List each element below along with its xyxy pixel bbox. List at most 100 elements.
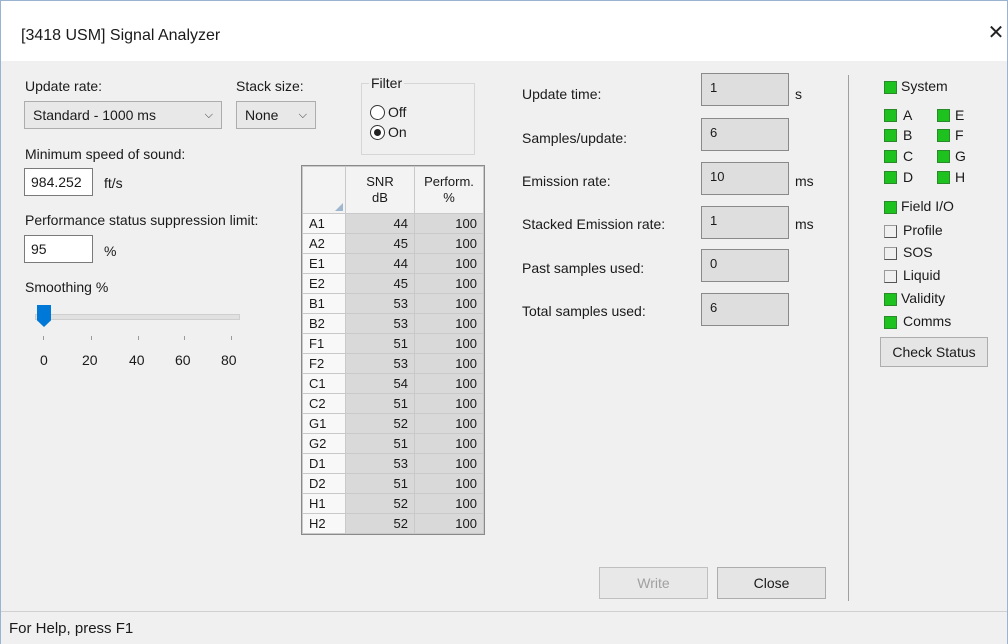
perform-cell[interactable]: 100 <box>414 493 484 514</box>
perform-cell[interactable]: 100 <box>414 293 484 314</box>
perform-cell[interactable]: 100 <box>414 373 484 394</box>
status-led-f <box>937 129 950 142</box>
table-row[interactable]: E1 44 100 <box>302 253 484 274</box>
table-row[interactable]: H1 52 100 <box>302 493 484 514</box>
table-row[interactable]: D1 53 100 <box>302 453 484 474</box>
row-header[interactable]: A2 <box>302 233 346 254</box>
snr-cell[interactable]: 52 <box>345 493 415 514</box>
table-row[interactable]: D2 51 100 <box>302 473 484 494</box>
check-status-button[interactable]: Check Status <box>880 337 988 367</box>
table-row[interactable]: B2 53 100 <box>302 313 484 334</box>
row-header[interactable]: F2 <box>302 353 346 374</box>
table-row[interactable]: A1 44 100 <box>302 213 484 234</box>
table-row[interactable]: G2 51 100 <box>302 433 484 454</box>
snr-cell[interactable]: 53 <box>345 353 415 374</box>
perform-cell[interactable]: 100 <box>414 233 484 254</box>
snr-cell[interactable]: 53 <box>345 313 415 334</box>
row-header[interactable]: C1 <box>302 373 346 394</box>
row-header[interactable]: D1 <box>302 453 346 474</box>
filter-off-label: Off <box>388 104 407 120</box>
table-row[interactable]: G1 52 100 <box>302 413 484 434</box>
status-path-e: E <box>955 107 965 123</box>
grid-corner[interactable] <box>302 166 346 214</box>
smoothing-slider-track[interactable] <box>35 314 240 320</box>
perform-cell[interactable]: 100 <box>414 273 484 294</box>
update-rate-select[interactable]: Standard - 1000 ms ⌵ <box>24 101 222 129</box>
perform-cell[interactable]: 100 <box>414 473 484 494</box>
status-led-comms <box>884 316 897 329</box>
status-liquid-label: Liquid <box>903 267 941 283</box>
snr-cell[interactable]: 44 <box>345 253 415 274</box>
perform-cell[interactable]: 100 <box>414 433 484 454</box>
row-header[interactable]: H2 <box>302 513 346 534</box>
table-row[interactable]: F1 51 100 <box>302 333 484 354</box>
status-led-e <box>937 109 950 122</box>
radio-off-circle <box>370 105 385 120</box>
row-header[interactable]: C2 <box>302 393 346 414</box>
snr-cell[interactable]: 52 <box>345 513 415 534</box>
min-sos-label: Minimum speed of sound: <box>25 146 186 162</box>
grid-header-perform[interactable]: Perform.% <box>414 166 484 214</box>
update-rate-label: Update rate: <box>25 78 103 94</box>
update-rate-value: Standard - 1000 ms <box>33 107 156 123</box>
status-led-system <box>884 81 897 94</box>
table-row[interactable]: C1 54 100 <box>302 373 484 394</box>
row-header[interactable]: G2 <box>302 433 346 454</box>
table-row[interactable]: H2 52 100 <box>302 513 484 534</box>
row-header[interactable]: A1 <box>302 213 346 234</box>
stack-size-select[interactable]: None ⌵ <box>236 101 316 129</box>
perform-cell[interactable]: 100 <box>414 213 484 234</box>
min-sos-unit: ft/s <box>104 175 123 191</box>
snr-cell[interactable]: 53 <box>345 453 415 474</box>
snr-cell[interactable]: 52 <box>345 413 415 434</box>
slider-tick-label: 0 <box>40 352 48 368</box>
snr-cell[interactable]: 51 <box>345 333 415 354</box>
snr-cell[interactable]: 51 <box>345 473 415 494</box>
row-header[interactable]: H1 <box>302 493 346 514</box>
stacked-emission-field: 1 <box>701 206 789 239</box>
grid-header-snr[interactable]: SNR dB <box>345 166 415 214</box>
snr-cell[interactable]: 51 <box>345 393 415 414</box>
slider-tick-label: 60 <box>175 352 191 368</box>
row-header[interactable]: B2 <box>302 313 346 334</box>
min-sos-input[interactable]: 984.252 <box>24 168 93 196</box>
chevron-down-icon: ⌵ <box>298 109 307 121</box>
perf-limit-unit: % <box>104 243 117 259</box>
table-row[interactable]: E2 45 100 <box>302 273 484 294</box>
perform-cell[interactable]: 100 <box>414 253 484 274</box>
row-header[interactable]: B1 <box>302 293 346 314</box>
slider-tick <box>231 336 232 340</box>
perform-cell[interactable]: 100 <box>414 353 484 374</box>
row-header[interactable]: E1 <box>302 253 346 274</box>
emission-rate-field: 10 <box>701 162 789 195</box>
perform-cell[interactable]: 100 <box>414 453 484 474</box>
snr-cell[interactable]: 45 <box>345 233 415 254</box>
snr-cell[interactable]: 44 <box>345 213 415 234</box>
row-header[interactable]: D2 <box>302 473 346 494</box>
row-header[interactable]: G1 <box>302 413 346 434</box>
status-led-h <box>937 171 950 184</box>
close-window-icon[interactable]: ✕ <box>985 21 1007 45</box>
snr-cell[interactable]: 51 <box>345 433 415 454</box>
table-row[interactable]: A2 45 100 <box>302 233 484 254</box>
perform-cell[interactable]: 100 <box>414 333 484 354</box>
snr-cell[interactable]: 54 <box>345 373 415 394</box>
close-button[interactable]: Close <box>717 567 826 599</box>
write-button[interactable]: Write <box>599 567 708 599</box>
status-led-liquid <box>884 270 897 283</box>
snr-cell[interactable]: 45 <box>345 273 415 294</box>
table-row[interactable]: B1 53 100 <box>302 293 484 314</box>
table-row[interactable]: F2 53 100 <box>302 353 484 374</box>
row-header[interactable]: E2 <box>302 273 346 294</box>
perform-cell[interactable]: 100 <box>414 513 484 534</box>
slider-tick <box>138 336 139 340</box>
snr-cell[interactable]: 53 <box>345 293 415 314</box>
perf-limit-input[interactable]: 95 <box>24 235 93 263</box>
perform-cell[interactable]: 100 <box>414 413 484 434</box>
row-header[interactable]: F1 <box>302 333 346 354</box>
status-led-a <box>884 109 897 122</box>
perform-cell[interactable]: 100 <box>414 393 484 414</box>
perform-cell[interactable]: 100 <box>414 313 484 334</box>
status-bar: For Help, press F1 <box>1 611 1007 644</box>
table-row[interactable]: C2 51 100 <box>302 393 484 414</box>
